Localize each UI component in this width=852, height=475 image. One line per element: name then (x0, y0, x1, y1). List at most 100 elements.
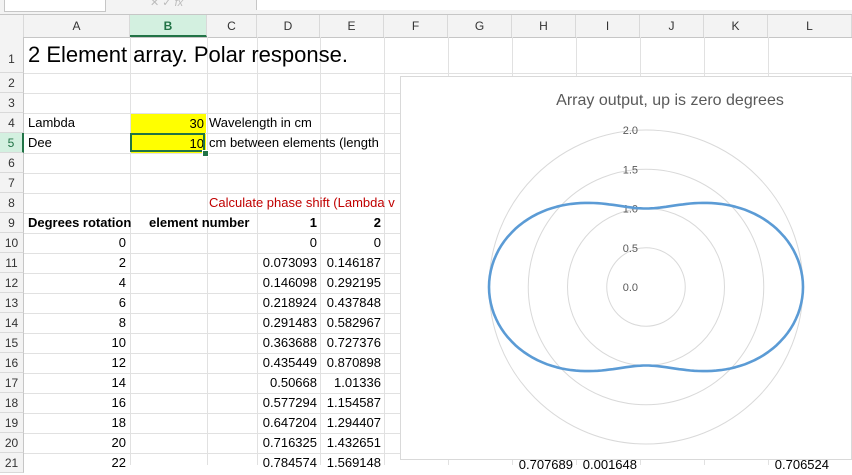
element-2-cell[interactable]: 0.727376 (320, 333, 381, 353)
degrees-cell[interactable]: 8 (24, 313, 126, 333)
degrees-cell[interactable]: 12 (24, 353, 126, 373)
row-header-18[interactable]: 18 (0, 393, 24, 413)
lambda-value-cell[interactable]: 30 (131, 114, 206, 133)
row-header-20[interactable]: 20 (0, 433, 24, 453)
degrees-header-cell[interactable]: Degrees rotation (28, 213, 131, 233)
row-header-3[interactable]: 3 (0, 93, 24, 113)
enter-icon[interactable]: ✓ (162, 0, 171, 9)
column-header-i[interactable]: I (576, 15, 640, 37)
element-1-cell[interactable]: 0.50668 (257, 373, 317, 393)
element-1-header-cell[interactable]: 1 (257, 213, 317, 233)
r-tick-label: 0.5 (623, 243, 638, 255)
degrees-cell[interactable]: 20 (24, 433, 126, 453)
phase-note-cell[interactable]: Calculate phase shift (Lambda v (209, 193, 395, 213)
fx-icon[interactable]: fx (175, 0, 184, 9)
element-1-cell[interactable]: 0.146098 (257, 273, 317, 293)
element-2-cell[interactable]: 0.146187 (320, 253, 381, 273)
degrees-cell[interactable]: 14 (24, 373, 126, 393)
element-2-cell[interactable]: 0.292195 (320, 273, 381, 293)
select-all-corner[interactable] (0, 15, 24, 37)
lambda-desc-cell[interactable]: Wavelength in cm (209, 113, 312, 133)
element-2-cell[interactable]: 1.569148 (320, 453, 381, 473)
row-header-13[interactable]: 13 (0, 293, 24, 313)
degrees-cell[interactable]: 2 (24, 253, 126, 273)
element-1-cell[interactable]: 0.218924 (257, 293, 317, 313)
element-1-cell[interactable]: 0.716325 (257, 433, 317, 453)
row-header-5[interactable]: 5 (0, 133, 24, 153)
column-header-c[interactable]: C (207, 15, 257, 37)
polar-chart-svg: Array output, up is zero degrees 0.0 0.5 1.… (487, 92, 805, 445)
polar-chart[interactable]: Array output, up is zero degrees 0.0 0.5 1.… (400, 76, 852, 460)
fill-handle[interactable] (202, 150, 209, 157)
column-header-f[interactable]: F (384, 15, 448, 37)
row-header-2[interactable]: 2 (0, 73, 24, 93)
name-box[interactable] (4, 0, 106, 12)
row-header-19[interactable]: 19 (0, 413, 24, 433)
element-2-cell[interactable]: 0 (320, 233, 381, 253)
element-2-cell[interactable]: 1.294407 (320, 413, 381, 433)
row-header-8[interactable]: 8 (0, 193, 24, 213)
element-1-cell[interactable]: 0.435449 (257, 353, 317, 373)
polar-grid-ring (606, 247, 686, 327)
column-headers: A B C D E F G H I J K L (0, 15, 852, 38)
element-1-cell[interactable]: 0.363688 (257, 333, 317, 353)
r-tick-label: 1.0 (623, 204, 638, 216)
row-header-7[interactable]: 7 (0, 173, 24, 193)
row-header-1[interactable]: 1 (0, 37, 24, 73)
element-2-cell[interactable]: 1.432651 (320, 433, 381, 453)
element-2-cell[interactable]: 1.01336 (320, 373, 381, 393)
element-1-cell[interactable]: 0.784574 (257, 453, 317, 473)
column-header-a[interactable]: A (24, 15, 130, 37)
row-header-9[interactable]: 9 (0, 213, 24, 233)
active-cell-border (130, 133, 205, 152)
dee-label-cell[interactable]: Dee (28, 133, 52, 153)
array-response-series[interactable] (487, 201, 805, 373)
column-header-l[interactable]: L (768, 15, 852, 37)
element-2-cell[interactable]: 0.437848 (320, 293, 381, 313)
element-number-header-cell[interactable]: element number (149, 213, 249, 233)
degrees-cell[interactable]: 4 (24, 273, 126, 293)
sheet-title-cell[interactable]: 2 Element array. Polar response. (28, 40, 348, 67)
degrees-cell[interactable]: 6 (24, 293, 126, 313)
element-2-header-cell[interactable]: 2 (320, 213, 381, 233)
dee-desc-cell[interactable]: cm between elements (length (209, 133, 379, 153)
column-header-b[interactable]: B (130, 15, 207, 37)
column-header-d[interactable]: D (257, 15, 320, 37)
lambda-label-cell[interactable]: Lambda (28, 113, 75, 133)
chart-title: Array output, up is zero degrees (556, 92, 784, 109)
row-header-21[interactable]: 21 (0, 453, 24, 473)
element-1-cell[interactable]: 0.647204 (257, 413, 317, 433)
cancel-icon[interactable]: ✕ (150, 0, 159, 9)
element-1-cell[interactable]: 0.577294 (257, 393, 317, 413)
formula-bar-buttons: ✕ ✓ fx (150, 0, 183, 9)
row-header-12[interactable]: 12 (0, 273, 24, 293)
column-header-j[interactable]: J (640, 15, 704, 37)
row-header-16[interactable]: 16 (0, 353, 24, 373)
degrees-cell[interactable]: 16 (24, 393, 126, 413)
element-1-cell[interactable]: 0.291483 (257, 313, 317, 333)
row-header-6[interactable]: 6 (0, 153, 24, 173)
r-tick-label: 2.0 (623, 125, 638, 137)
column-header-e[interactable]: E (320, 15, 384, 37)
row-header-14[interactable]: 14 (0, 313, 24, 333)
column-header-g[interactable]: G (448, 15, 512, 37)
element-2-cell[interactable]: 0.582967 (320, 313, 381, 333)
element-2-cell[interactable]: 1.154587 (320, 393, 381, 413)
degrees-cell[interactable]: 0 (24, 233, 126, 253)
row-header-4[interactable]: 4 (0, 113, 24, 133)
degrees-cell[interactable]: 22 (24, 453, 126, 473)
r-tick-label: 1.5 (623, 164, 638, 176)
polar-grid-ring (488, 129, 804, 445)
row-header-11[interactable]: 11 (0, 253, 24, 273)
row-header-10[interactable]: 10 (0, 233, 24, 253)
column-header-h[interactable]: H (512, 15, 576, 37)
formula-input[interactable] (256, 0, 852, 10)
column-header-k[interactable]: K (704, 15, 768, 37)
element-2-cell[interactable]: 0.870898 (320, 353, 381, 373)
degrees-cell[interactable]: 10 (24, 333, 126, 353)
element-1-cell[interactable]: 0 (257, 233, 317, 253)
element-1-cell[interactable]: 0.073093 (257, 253, 317, 273)
row-header-15[interactable]: 15 (0, 333, 24, 353)
degrees-cell[interactable]: 18 (24, 413, 126, 433)
row-header-17[interactable]: 17 (0, 373, 24, 393)
